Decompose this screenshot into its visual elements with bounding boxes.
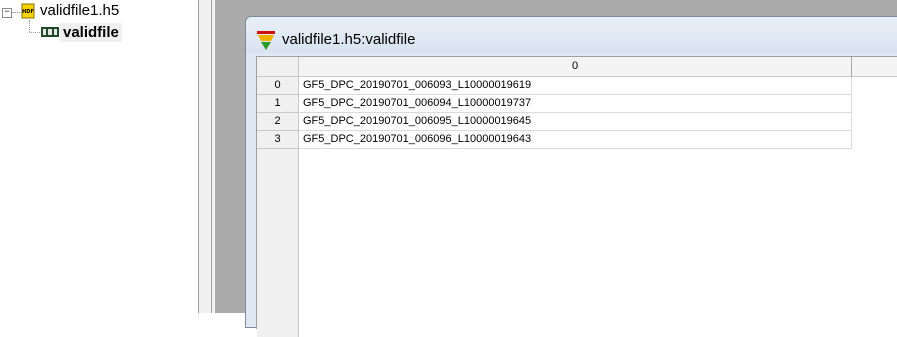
- tree-dataset-label[interactable]: validfile: [60, 23, 122, 42]
- svg-text:HDF: HDF: [22, 9, 34, 15]
- row-header[interactable]: 0: [257, 77, 298, 95]
- table-corner-cell[interactable]: [257, 57, 299, 77]
- column-header-filler: [852, 57, 897, 77]
- window-title: validfile1.h5:validfile: [282, 31, 416, 48]
- data-table: 0 0 GF5_DPC_20190701_006093_L10000019619…: [256, 56, 897, 337]
- mdi-workspace: validfile1.h5:validfile 0 0 GF5_DPC_2019…: [215, 0, 897, 337]
- row-header[interactable]: 3: [257, 131, 298, 149]
- dataset-table-icon: [257, 31, 275, 50]
- table-cell[interactable]: GF5_DPC_20190701_006094_L10000019737: [299, 95, 852, 113]
- dataset-icon[interactable]: [41, 27, 59, 37]
- pane-splitter[interactable]: [198, 0, 215, 313]
- row-header[interactable]: 2: [257, 113, 298, 131]
- table-cell[interactable]: GF5_DPC_20190701_006093_L10000019619: [299, 77, 852, 95]
- hdf-tree-pane: − HDF validfile1.h5 validfile: [0, 0, 198, 313]
- hdf-file-icon[interactable]: HDF: [21, 3, 35, 19]
- dataset-window[interactable]: validfile1.h5:validfile 0 0 GF5_DPC_2019…: [245, 16, 897, 337]
- column-header-0[interactable]: 0: [299, 57, 852, 77]
- tree-file-label[interactable]: validfile1.h5: [40, 2, 119, 19]
- tree-connector: [29, 32, 40, 33]
- row-header[interactable]: 1: [257, 95, 298, 113]
- table-cell[interactable]: GF5_DPC_20190701_006096_L10000019643: [299, 131, 852, 149]
- tree-connector: [12, 12, 20, 13]
- tree-connector: [29, 20, 30, 32]
- table-cell[interactable]: GF5_DPC_20190701_006095_L10000019645: [299, 113, 852, 131]
- tree-collapse-toggle[interactable]: −: [2, 8, 12, 18]
- window-title-bar[interactable]: validfile1.h5:validfile: [246, 17, 897, 53]
